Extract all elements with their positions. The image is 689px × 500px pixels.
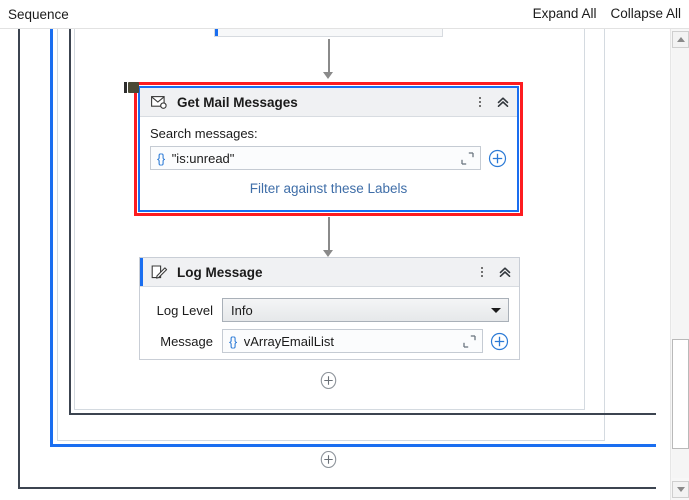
expand-expression-icon[interactable] — [463, 335, 476, 348]
log-level-value: Info — [231, 303, 253, 318]
add-expression-icon[interactable] — [488, 149, 507, 168]
expression-brace-icon: {} — [157, 151, 165, 166]
activity-header-log-message[interactable]: Log Message — [140, 258, 519, 287]
expression-brace-icon: {} — [229, 334, 237, 349]
activity-body-get-mail-messages: Search messages: {} "is:unread" — [140, 117, 517, 208]
more-options-icon[interactable] — [474, 94, 486, 110]
activity-card-get-mail-messages[interactable]: Get Mail Messages Search messages: {} "i… — [140, 88, 517, 210]
activity-title-get-mail-messages: Get Mail Messages — [177, 95, 298, 110]
vertical-scrollbar[interactable] — [670, 29, 689, 500]
scrollbar-thumb[interactable] — [672, 339, 689, 449]
add-expression-icon[interactable] — [490, 332, 509, 351]
chevron-down-icon — [491, 308, 501, 313]
message-input[interactable]: {} vArrayEmailList — [222, 329, 483, 353]
search-messages-row: {} "is:unread" — [150, 146, 507, 170]
expand-expression-icon[interactable] — [461, 152, 474, 165]
canvas-right-gutter — [656, 29, 670, 500]
search-messages-label: Search messages: — [150, 126, 507, 141]
collapse-all-button[interactable]: Collapse All — [610, 6, 681, 21]
message-row: Message {} vArrayEmailList — [140, 329, 509, 353]
add-activity-inner[interactable] — [320, 372, 337, 389]
activity-accent-bar — [140, 258, 143, 286]
more-options-icon[interactable] — [476, 264, 488, 280]
scroll-down-icon[interactable] — [672, 481, 689, 498]
log-level-select[interactable]: Info — [222, 298, 509, 322]
activity-connector-nub-bar — [124, 82, 127, 93]
message-value: vArrayEmailList — [244, 334, 459, 349]
activity-card-log-message[interactable]: Log Message Log Level Info — [139, 257, 520, 360]
activity-header-tools — [474, 88, 511, 116]
page-title: Sequence — [8, 7, 69, 22]
log-level-row: Log Level Info — [140, 298, 509, 322]
scroll-up-icon[interactable] — [672, 31, 689, 48]
collapse-chevron-icon[interactable] — [497, 264, 513, 280]
filter-against-labels-link[interactable]: Filter against these Labels — [150, 181, 507, 196]
activity-header-get-mail-messages[interactable]: Get Mail Messages — [140, 88, 517, 117]
search-messages-value: "is:unread" — [172, 151, 457, 166]
activity-header-tools — [476, 258, 513, 286]
connector-arrow-to-log-message — [323, 217, 334, 257]
mail-icon — [150, 93, 168, 111]
log-level-label: Log Level — [140, 303, 222, 318]
expand-all-button[interactable]: Expand All — [533, 6, 597, 21]
activity-body-log-message: Log Level Info Message {} vArrayEmailLis… — [140, 287, 519, 363]
message-input-row: {} vArrayEmailList — [222, 329, 509, 353]
activity-title-log-message: Log Message — [177, 265, 263, 280]
designer-title-bar: Sequence Expand All Collapse All — [0, 0, 689, 29]
add-activity-outer[interactable] — [320, 451, 337, 468]
activity-connector-nub — [128, 82, 139, 93]
log-message-icon — [150, 263, 168, 281]
scrollbar-track-upper[interactable] — [672, 48, 689, 339]
workflow-canvas[interactable]: Get Mail Messages Search messages: {} "i… — [0, 29, 689, 500]
scrollbar-track-lower[interactable] — [672, 449, 689, 478]
activity-accent-bar — [215, 29, 218, 36]
collapse-chevron-icon[interactable] — [495, 94, 511, 110]
message-label: Message — [140, 334, 222, 349]
connector-arrow-to-get-mail — [323, 39, 334, 79]
search-messages-input[interactable]: {} "is:unread" — [150, 146, 481, 170]
titlebar-actions: Expand All Collapse All — [533, 6, 681, 21]
activity-card-above-clipped[interactable] — [214, 29, 443, 37]
